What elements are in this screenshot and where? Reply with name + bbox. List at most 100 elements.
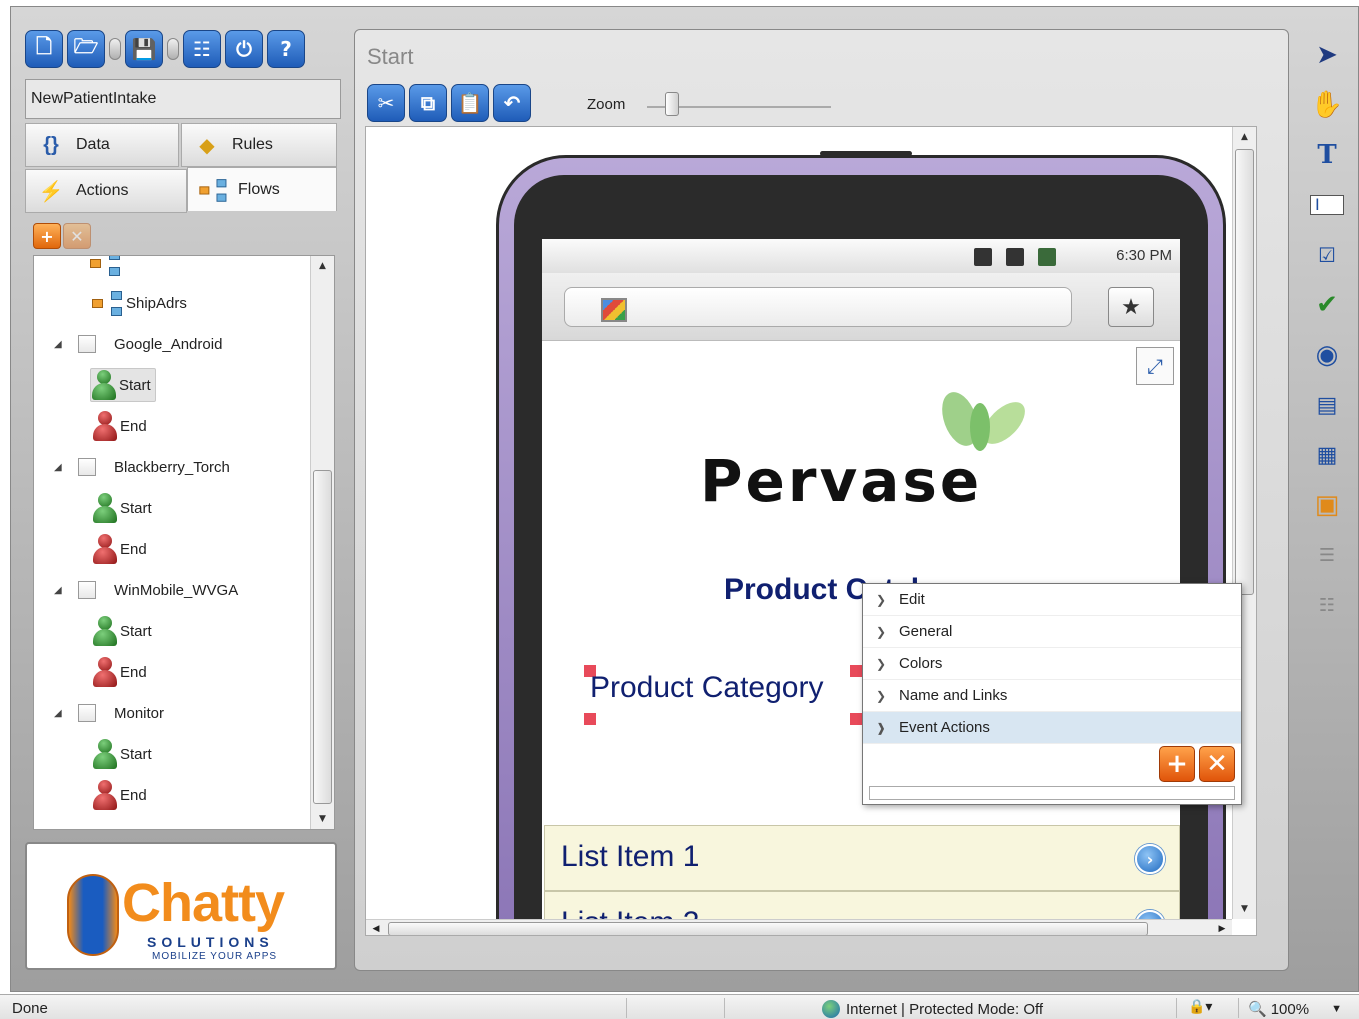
protected-mode-icon[interactable]: 🔒▾ xyxy=(1188,998,1212,1015)
tab-actions[interactable]: ⚡ Actions xyxy=(25,169,187,213)
device-checkbox[interactable] xyxy=(78,458,96,476)
paste-icon[interactable]: 📋 xyxy=(451,84,489,122)
add-flow-icon[interactable]: + xyxy=(33,223,61,249)
design-canvas[interactable]: 6:30 PM ★ ⤢ Pervase Product Catalog Prod… xyxy=(365,126,1257,936)
copy-icon[interactable]: ⧉ xyxy=(409,84,447,122)
tab-flows[interactable]: Flows xyxy=(187,167,337,211)
logo-name: Chatty xyxy=(122,873,285,933)
prop-row-label: General xyxy=(899,623,953,640)
table-icon[interactable]: ☷ xyxy=(1307,585,1347,625)
listbox-icon[interactable]: ▤ xyxy=(1307,385,1347,425)
prop-row-colors[interactable]: ❯ Colors xyxy=(863,648,1241,680)
device-checkbox[interactable] xyxy=(78,581,96,599)
fullscreen-icon[interactable]: ⤢ xyxy=(1136,347,1174,385)
tree-item-start[interactable]: Start xyxy=(92,491,152,525)
resize-handle[interactable] xyxy=(850,665,862,677)
add-icon[interactable]: + xyxy=(1159,746,1195,782)
expand-triangle-icon[interactable]: ◢ xyxy=(54,585,66,596)
tree-item-end[interactable]: End xyxy=(92,532,147,566)
settings-sliders-icon[interactable]: ☷ xyxy=(183,30,221,68)
canvas-hscrollbar[interactable]: ◀ ▶ xyxy=(366,919,1232,935)
tree-item-start[interactable]: Start xyxy=(92,737,152,771)
close-icon[interactable]: ✕ xyxy=(1199,746,1235,782)
radio-icon[interactable]: ◉ xyxy=(1307,335,1347,375)
button-icon[interactable]: ☑ xyxy=(1307,235,1347,275)
prop-row-label: Name and Links xyxy=(899,687,1008,704)
scroll-thumb[interactable] xyxy=(388,922,1148,935)
bookmark-icon[interactable]: ★ xyxy=(1108,287,1154,327)
undo-icon[interactable]: ↶ xyxy=(493,84,531,122)
help-icon[interactable]: ? xyxy=(267,30,305,68)
tree-item-flow[interactable]: ShipAdrs xyxy=(92,286,187,320)
textbox-icon[interactable]: I xyxy=(1307,185,1347,225)
tree-item-end[interactable]: End xyxy=(92,778,147,812)
device-checkbox[interactable] xyxy=(78,335,96,353)
browser-status-bar: Done Internet | Protected Mode: Off 🔒▾ 🔍… xyxy=(0,994,1359,1019)
tab-rules[interactable]: ◆ Rules xyxy=(181,123,337,167)
expand-triangle-icon[interactable]: ◢ xyxy=(54,462,66,473)
zoom-slider-thumb[interactable] xyxy=(665,92,679,116)
tab-data[interactable]: {} Data xyxy=(25,123,179,167)
delete-flow-icon[interactable]: ✕ xyxy=(63,223,91,249)
phone-speaker xyxy=(820,151,912,156)
status-divider xyxy=(724,998,725,1018)
zoom-control[interactable]: 🔍 100% ▼ xyxy=(1248,1000,1342,1019)
new-file-icon[interactable]: 🗋 xyxy=(25,30,63,68)
open-folder-icon[interactable]: 🗁 xyxy=(67,30,105,68)
resize-handle[interactable] xyxy=(850,713,862,725)
save-icon[interactable]: 💾 xyxy=(125,30,163,68)
tree-item-start[interactable]: Start xyxy=(92,614,152,648)
prop-row-edit[interactable]: ❯ Edit xyxy=(863,584,1241,616)
person-red-icon xyxy=(92,780,118,810)
tree-item-device[interactable]: ◢ Blackberry_Torch xyxy=(54,450,230,484)
tree-item-label: Start xyxy=(120,622,152,640)
scroll-up-icon[interactable]: ▲ xyxy=(311,258,334,274)
flow-icon xyxy=(92,290,124,316)
image-icon[interactable]: ▣ xyxy=(1307,485,1347,525)
checkbox-icon[interactable]: ✔ xyxy=(1307,285,1347,325)
scroll-right-icon[interactable]: ▶ xyxy=(1214,920,1230,935)
list-icon[interactable]: ☰ xyxy=(1307,535,1347,575)
scroll-thumb[interactable] xyxy=(313,470,332,804)
tree-item-start[interactable]: Start xyxy=(90,368,156,402)
hand-icon[interactable]: ✋ xyxy=(1307,85,1347,125)
prop-row-general[interactable]: ❯ General xyxy=(863,616,1241,648)
scroll-left-icon[interactable]: ◀ xyxy=(368,920,384,935)
zoom-value: 100% xyxy=(1270,1000,1310,1018)
prop-row-event-actions[interactable]: ❱ Event Actions xyxy=(863,712,1241,744)
tree-item-device[interactable]: ◢ Monitor xyxy=(54,696,164,730)
flow-icon xyxy=(198,175,228,205)
person-red-icon xyxy=(92,657,118,687)
product-category-label[interactable]: Product Category xyxy=(590,671,823,705)
prop-row-name-links[interactable]: ❯ Name and Links xyxy=(863,680,1241,712)
security-zone[interactable]: Internet | Protected Mode: Off xyxy=(822,1000,1043,1018)
chevron-down-icon[interactable]: ▼ xyxy=(1331,1003,1342,1015)
globe-icon xyxy=(822,1000,840,1018)
scroll-thumb[interactable] xyxy=(1235,149,1254,595)
dropdown-icon[interactable]: ▦ xyxy=(1307,435,1347,475)
device-checkbox[interactable] xyxy=(78,704,96,722)
tree-item-label: End xyxy=(120,786,147,804)
tree-item-device[interactable]: ◢ Google_Android xyxy=(54,327,222,361)
prop-row-label: Edit xyxy=(899,591,925,608)
tree-item-end[interactable]: End xyxy=(92,655,147,689)
cut-icon[interactable]: ✂ xyxy=(367,84,405,122)
resize-handle[interactable] xyxy=(584,713,596,725)
tab-actions-label: Actions xyxy=(76,182,129,199)
tree-scrollbar[interactable]: ▲ ▼ xyxy=(310,256,334,829)
tree-item-device[interactable]: ◢ WinMobile_WVGA xyxy=(54,573,238,607)
scroll-down-icon[interactable]: ▼ xyxy=(1233,901,1256,917)
zoom-label: Zoom xyxy=(587,96,626,113)
chevron-right-icon[interactable]: › xyxy=(1135,844,1165,874)
url-input[interactable] xyxy=(564,287,1072,327)
expand-triangle-icon[interactable]: ◢ xyxy=(54,708,66,719)
scroll-down-icon[interactable]: ▼ xyxy=(311,811,334,827)
list-item[interactable]: List Item 1 › xyxy=(544,825,1180,891)
tree-item-end[interactable]: End xyxy=(92,409,147,443)
power-icon[interactable]: ⏻ xyxy=(225,30,263,68)
pointer-icon[interactable]: ➤ xyxy=(1307,35,1347,75)
text-icon[interactable]: T xyxy=(1307,135,1347,175)
event-action-input[interactable] xyxy=(869,786,1235,800)
expand-triangle-icon[interactable]: ◢ xyxy=(54,339,66,350)
scroll-up-icon[interactable]: ▲ xyxy=(1233,129,1256,145)
